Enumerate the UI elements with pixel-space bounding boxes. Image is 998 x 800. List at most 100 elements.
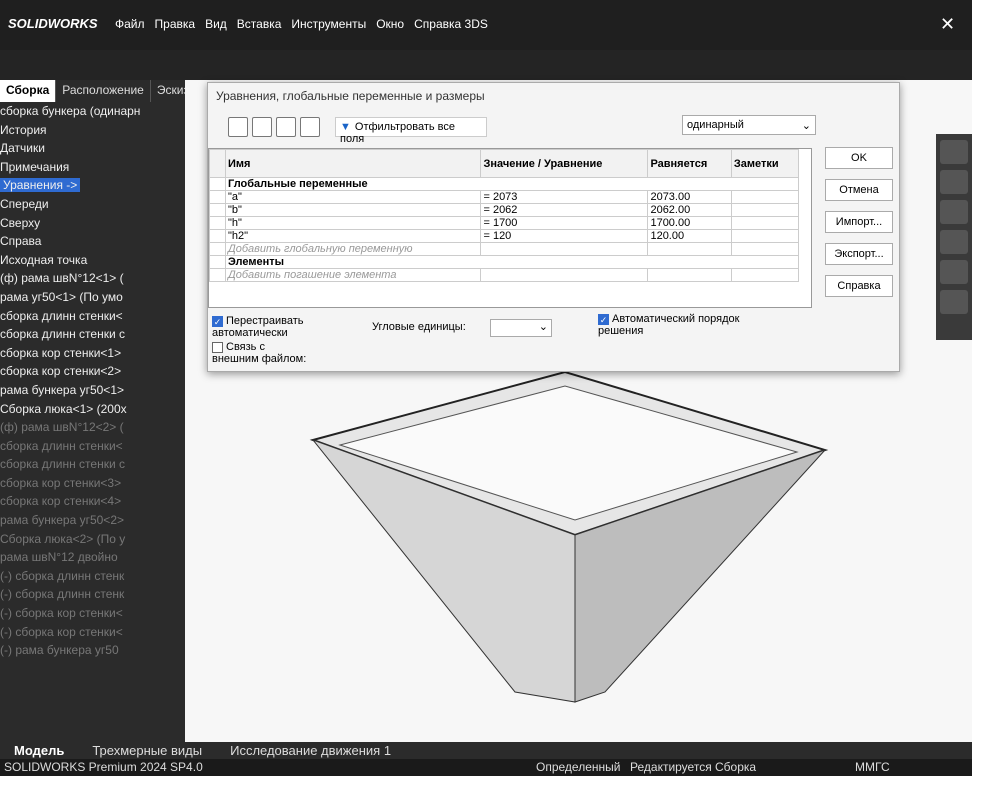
export-button[interactable]: Экспорт... (825, 243, 893, 265)
auto-order-checkbox[interactable]: ✓ (598, 313, 609, 325)
tree-item[interactable]: сборка кор стенки<1> (0, 344, 175, 363)
tree-item[interactable]: (-) сборка длинн стенк (0, 585, 175, 604)
link-checkbox[interactable] (212, 341, 223, 353)
table-row[interactable]: "a" = 2073 2073.00 (209, 190, 800, 204)
tree-item[interactable]: рама швN°12 двойно (0, 548, 175, 567)
tree-item-label: (-) сборка длинн стенк (0, 587, 125, 602)
var-name[interactable]: "a" (224, 190, 482, 204)
command-tabs: Сборка Расположение Эскиз (0, 80, 200, 102)
tree-item[interactable]: (-) сборка кор стенки< (0, 623, 175, 642)
tree-item[interactable]: (-) сборка длинн стенк (0, 567, 175, 586)
tree-item[interactable]: Сверху (0, 214, 175, 233)
section-globals-label: Глобальные переменные (225, 177, 799, 191)
link-label: Связь с внешним файлом: (212, 341, 307, 365)
link-option[interactable]: Связь с внешним файлом: (212, 341, 312, 365)
tree-item[interactable]: рама уг50<1> (По умо (0, 288, 175, 307)
library-icon[interactable] (940, 170, 968, 194)
section-elements-row[interactable]: Элементы (209, 255, 799, 269)
menu-tools[interactable]: Инструменты (286, 17, 371, 31)
tree-item[interactable]: История (0, 121, 175, 140)
menu-view[interactable]: Вид (200, 17, 232, 31)
tree-item[interactable]: рама бункера уг50<2> (0, 511, 175, 530)
menu-window[interactable]: Окно (371, 17, 409, 31)
section-elements-label: Элементы (225, 255, 799, 269)
appearance-icon[interactable] (940, 260, 968, 284)
tree-item[interactable]: Датчики (0, 139, 175, 158)
tree-item[interactable]: Примечания (0, 158, 175, 177)
rebuild-checkbox[interactable]: ✓ (212, 315, 223, 327)
add-suppress-row[interactable]: Добавить погашение элемента (209, 268, 800, 282)
app-logo: SOLIDWORKS (8, 16, 98, 31)
var-equation[interactable]: = 1700 (480, 216, 649, 230)
menu-insert[interactable]: Вставка (232, 17, 287, 31)
status-units[interactable]: ММГС (855, 759, 890, 776)
tree-item[interactable]: (-) рама бункера уг50 (0, 641, 175, 660)
tree-item[interactable]: (ф) рама швN°12<1> ( (0, 269, 175, 288)
tab-3d-views[interactable]: Трехмерные виды (78, 743, 216, 758)
tree-item[interactable]: сборка кор стенки<4> (0, 492, 175, 511)
tree-item[interactable]: сборка длинн стенки< (0, 307, 175, 326)
table-row[interactable]: "h2" = 120 120.00 (209, 229, 800, 243)
tree-item[interactable]: (ф) рама швN°12<2> ( (0, 418, 175, 437)
tree-item[interactable]: Исходная точка (0, 251, 175, 270)
cancel-button[interactable]: Отмена (825, 179, 893, 201)
filter-field[interactable]: ▼ Отфильтровать все поля (335, 117, 487, 145)
folder-icon[interactable] (940, 200, 968, 224)
menu-file[interactable]: Файл (110, 17, 150, 31)
var-name[interactable]: "h2" (224, 229, 482, 243)
tree-item[interactable]: Сборка люка<2> (По у (0, 530, 175, 549)
help-button[interactable]: Справка (825, 275, 893, 297)
tree-item[interactable]: сборка кор стенки<2> (0, 362, 175, 381)
tree-item[interactable]: сборка кор стенки<3> (0, 474, 175, 493)
config-select[interactable]: одинарный ⌄ (682, 115, 816, 135)
ok-button[interactable]: OK (825, 147, 893, 169)
add-global-hint[interactable]: Добавить глобальную переменную (224, 242, 482, 256)
add-global-row[interactable]: Добавить глобальную переменную (209, 242, 800, 256)
angle-units-select[interactable]: ⌄ (490, 319, 552, 337)
import-button[interactable]: Импорт... (825, 211, 893, 233)
tab-layout[interactable]: Расположение (56, 80, 151, 102)
table-row[interactable]: "b" = 2062 2062.00 (209, 203, 800, 217)
tree-item[interactable]: рама бункера уг50<1> (0, 381, 175, 400)
dimension-view-icon[interactable] (276, 117, 296, 137)
tree-item[interactable]: Сборка люка<1> (200x (0, 400, 175, 419)
var-name[interactable]: "b" (224, 203, 482, 217)
sketch-eq-view-icon[interactable] (252, 117, 272, 137)
properties-icon[interactable] (940, 290, 968, 314)
tab-motion-study[interactable]: Исследование движения 1 (216, 743, 405, 758)
config-value: одинарный (687, 119, 744, 131)
var-name[interactable]: "h" (224, 216, 482, 230)
tree-item[interactable]: Уравнения -> (0, 176, 175, 195)
tree-item-label: Датчики (0, 141, 45, 156)
menu-help[interactable]: Справка 3DS (409, 17, 493, 31)
tree-item-label: сборка кор стенки<3> (0, 475, 122, 490)
tree-item[interactable]: Спереди (0, 195, 175, 214)
tree-item[interactable]: сборка бункера (одинарн (0, 102, 175, 121)
ordered-view-icon[interactable] (300, 117, 320, 137)
tree-item-label: Сборка люка<1> (200x (0, 401, 127, 416)
var-equation[interactable]: = 120 (480, 229, 649, 243)
tree-item[interactable]: сборка длинн стенки с (0, 455, 175, 474)
tree-item[interactable]: (-) сборка кор стенки< (0, 604, 175, 623)
menu-edit[interactable]: Правка (150, 17, 201, 31)
tab-assembly[interactable]: Сборка (0, 80, 57, 102)
home-icon[interactable] (940, 140, 968, 164)
tree-item[interactable]: сборка длинн стенки< (0, 437, 175, 456)
dialog-title: Уравнения, глобальные переменные и разме… (216, 89, 485, 103)
rebuild-option[interactable]: ✓ Перестраивать автоматически (212, 315, 312, 339)
dialog-buttons: OK Отмена Импорт... Экспорт... Справка (825, 147, 893, 307)
table-row[interactable]: "h" = 1700 1700.00 (209, 216, 800, 230)
tree-item[interactable]: Справа (0, 232, 175, 251)
var-equation[interactable]: = 2062 (480, 203, 649, 217)
add-suppress-hint[interactable]: Добавить погашение элемента (224, 268, 482, 282)
auto-order-option[interactable]: ✓ Автоматический порядок решения (598, 313, 748, 337)
tree-item[interactable]: сборка длинн стенки с (0, 325, 175, 344)
tab-model[interactable]: Модель (0, 743, 78, 758)
status-bar: SOLIDWORKS Premium 2024 SP4.0 Определенн… (0, 759, 972, 776)
section-globals-row[interactable]: Глобальные переменные (209, 177, 799, 191)
palette-icon[interactable] (940, 230, 968, 254)
close-icon[interactable]: ✕ (940, 14, 955, 35)
tree-item-label: Исходная точка (0, 252, 88, 267)
var-equation[interactable]: = 2073 (480, 190, 649, 204)
equation-view-icon[interactable] (228, 117, 248, 137)
